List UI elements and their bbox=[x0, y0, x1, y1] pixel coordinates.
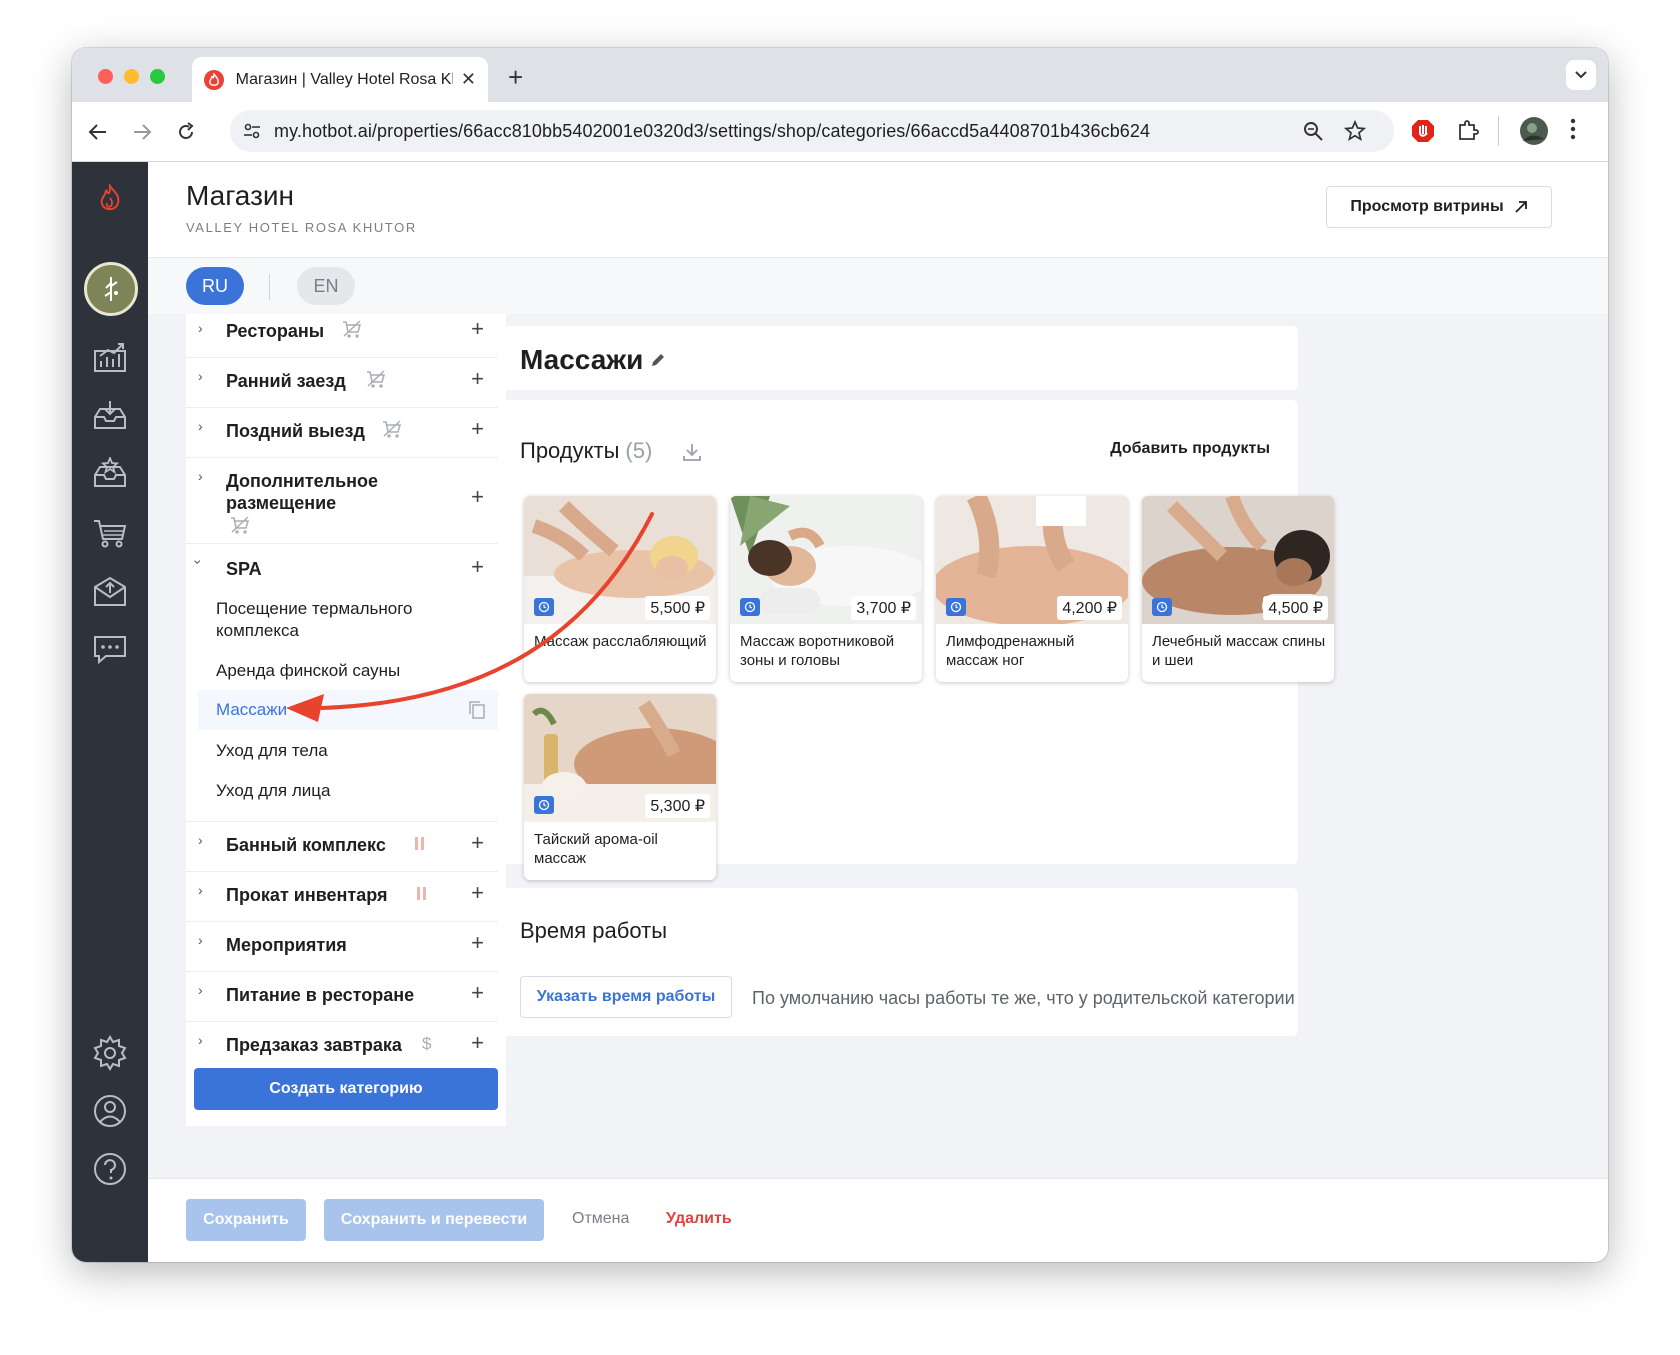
address-bar[interactable]: my.hotbot.ai/properties/66acc810bb540200… bbox=[230, 110, 1394, 152]
hotbot-favicon-icon bbox=[204, 69, 224, 90]
close-window-button[interactable] bbox=[98, 69, 113, 84]
reload-icon[interactable] bbox=[172, 118, 200, 146]
tab-search-icon[interactable] bbox=[1566, 60, 1596, 90]
toolbar-divider bbox=[1498, 116, 1499, 146]
maximize-window-button[interactable] bbox=[150, 69, 165, 84]
tab-close-icon[interactable]: ✕ bbox=[461, 69, 476, 90]
app-root: Магазин VALLEY HOTEL ROSA KHUTOR Просмот… bbox=[72, 162, 1608, 1262]
browser-tabbar: Магазин | Valley Hotel Rosa Khutor ✕ + bbox=[72, 48, 1608, 102]
extensions-puzzle-icon[interactable] bbox=[1456, 118, 1480, 147]
zoom-icon[interactable] bbox=[1302, 120, 1324, 147]
browser-toolbar: my.hotbot.ai/properties/66acc810bb540200… bbox=[72, 102, 1608, 162]
back-arrow-icon[interactable] bbox=[84, 118, 112, 146]
tab-title: Магазин | Valley Hotel Rosa Khutor bbox=[235, 70, 453, 88]
profile-avatar[interactable] bbox=[1520, 117, 1548, 150]
site-settings-icon[interactable] bbox=[242, 121, 262, 146]
annotation-arrow bbox=[286, 512, 654, 722]
browser-window: Магазин | Valley Hotel Rosa Khutor ✕ + m… bbox=[72, 48, 1608, 1262]
browser-tab[interactable]: Магазин | Valley Hotel Rosa Khutor ✕ bbox=[192, 57, 488, 102]
new-tab-icon[interactable]: + bbox=[508, 62, 523, 93]
bookmark-star-icon[interactable] bbox=[1343, 119, 1367, 147]
url-text: my.hotbot.ai/properties/66acc810bb540200… bbox=[274, 121, 1151, 141]
browser-menu-icon[interactable] bbox=[1570, 118, 1576, 145]
adblock-extension-icon[interactable] bbox=[1410, 118, 1436, 149]
forward-arrow-icon[interactable] bbox=[128, 118, 156, 146]
minimize-window-button[interactable] bbox=[124, 69, 139, 84]
